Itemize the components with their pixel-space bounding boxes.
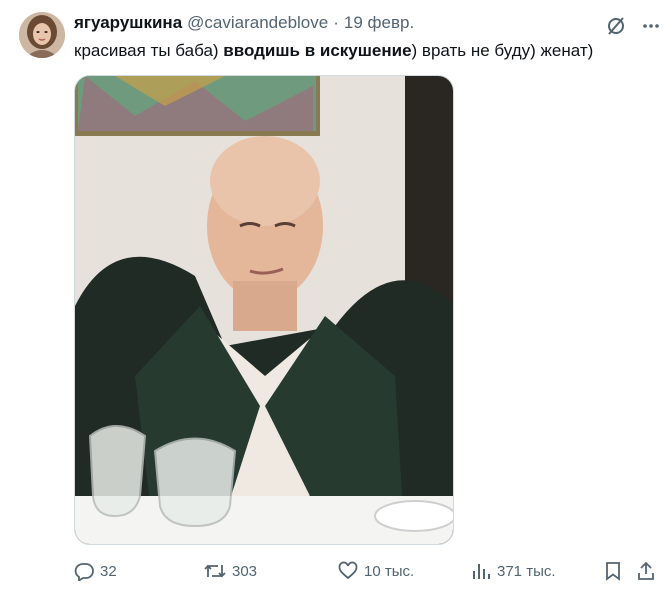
views-button[interactable]: 371 тыс. — [471, 559, 556, 583]
tweet-header: ягуарушкина @caviarandeblove · 19 февр. — [74, 12, 414, 34]
views-count: 371 тыс. — [497, 562, 556, 580]
grok-icon[interactable] — [602, 12, 630, 40]
author-handle[interactable]: @caviarandeblove — [187, 13, 328, 33]
tweet-date[interactable]: 19 февр. — [344, 13, 414, 33]
like-count: 10 тыс. — [364, 562, 415, 580]
retweet-button[interactable]: 303 — [204, 559, 257, 583]
views-icon — [471, 561, 491, 581]
reply-icon — [74, 561, 94, 581]
bookmark-button[interactable] — [604, 559, 622, 583]
reply-button[interactable]: 32 — [74, 559, 117, 583]
share-button[interactable] — [636, 559, 656, 583]
share-icon — [636, 561, 656, 581]
tweet-text-start: красивая ты баба) — [74, 41, 224, 60]
like-icon — [338, 561, 358, 581]
more-icon[interactable] — [638, 12, 664, 40]
author-name[interactable]: ягуарушкина — [74, 13, 182, 33]
tweet: ягуарушкина @caviarandeblove · 19 февр. … — [0, 0, 672, 594]
reply-count: 32 — [100, 562, 117, 580]
avatar[interactable] — [19, 12, 65, 58]
tweet-photo[interactable] — [74, 75, 454, 545]
retweet-icon — [204, 561, 226, 581]
retweet-count: 303 — [232, 562, 258, 580]
bookmark-icon — [604, 561, 622, 581]
separator-dot: · — [333, 13, 339, 32]
tweet-text-bold: вводишь в искушение — [223, 41, 412, 60]
like-button[interactable]: 10 тыс. — [338, 559, 414, 583]
tweet-text: красивая ты баба) вводишь в искушение) в… — [74, 40, 593, 62]
action-bar: 32 303 10 тыс. 371 тыс. — [74, 559, 664, 583]
tweet-text-end: ) врать не буду) женат) — [411, 41, 594, 60]
